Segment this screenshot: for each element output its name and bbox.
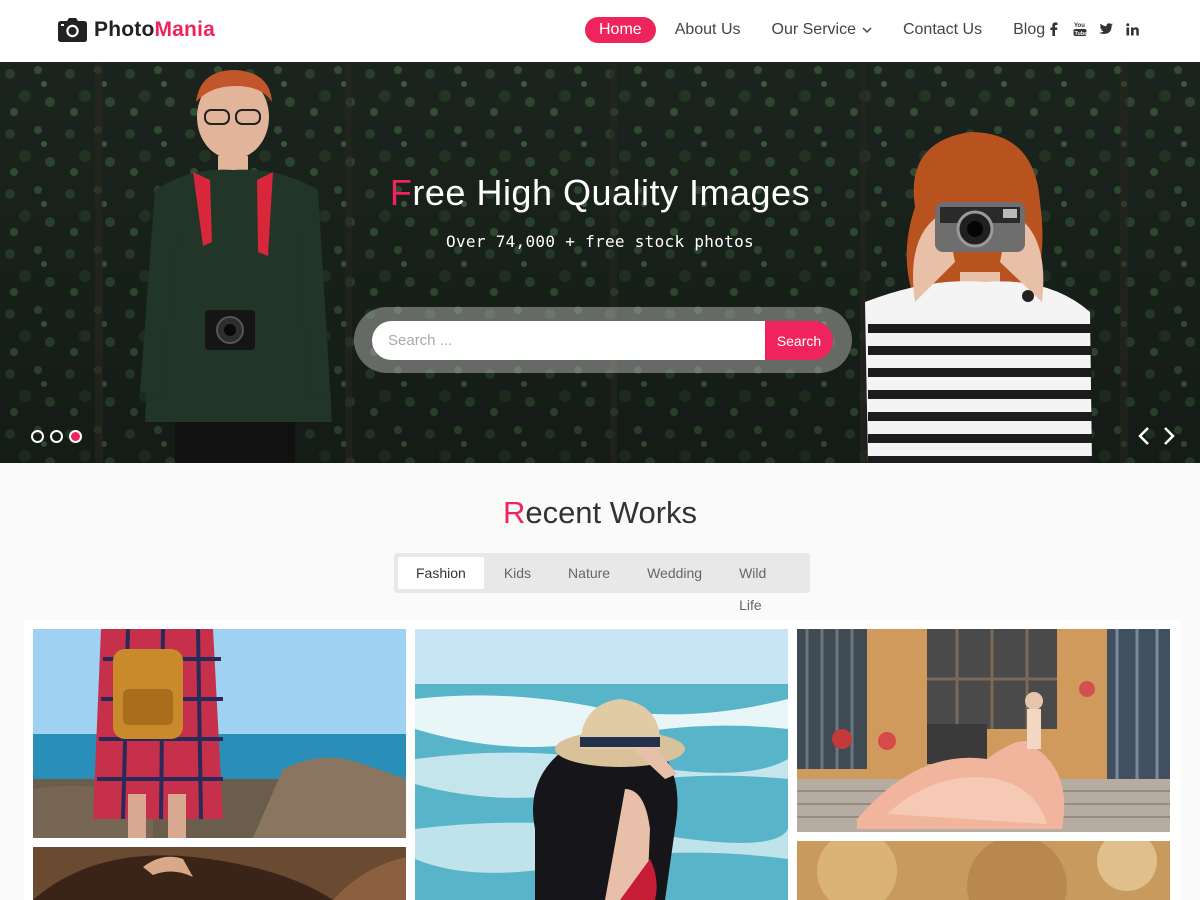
hero-title: Free High Quality Images — [0, 172, 1200, 214]
slider-dot-2[interactable] — [50, 430, 63, 443]
hero-title-rest: ree High Quality Images — [412, 172, 811, 213]
recent-works-title-first-letter: R — [502, 495, 526, 530]
tab-nature[interactable]: Nature — [551, 557, 627, 589]
linkedin-icon[interactable] — [1123, 18, 1141, 40]
logo-text-photo: Photo — [94, 18, 155, 41]
gallery-photo-warm-bokeh[interactable] — [797, 841, 1170, 900]
main-nav: Home About Us Our Service Contact Us Blo… — [585, 17, 1059, 43]
site-header: PhotoMania Home About Us Our Service Con… — [0, 0, 1200, 62]
slider-pagination — [31, 430, 88, 443]
slider-dot-3-active[interactable] — [69, 430, 82, 443]
logo-text-mania: Mania — [154, 18, 215, 41]
recent-works-title-rest: ecent Works — [525, 495, 698, 530]
tab-fashion[interactable]: Fashion — [398, 557, 484, 589]
hero-slider — [0, 62, 1200, 463]
gallery-photo-window-gown[interactable] — [797, 629, 1170, 832]
nav-contact-us[interactable]: Contact Us — [889, 17, 996, 43]
slider-dot-1[interactable] — [31, 430, 44, 443]
twitter-icon[interactable] — [1097, 18, 1115, 40]
youtube-icon[interactable]: You Tube — [1071, 18, 1089, 40]
svg-text:You: You — [1074, 23, 1085, 29]
tab-wild-life[interactable]: Wild Life — [722, 557, 803, 613]
chevron-down-icon — [862, 27, 872, 34]
hero-search-input[interactable] — [372, 321, 765, 360]
hero-subtitle: Over 74,000 + free stock photos — [446, 232, 754, 251]
social-links: You Tube — [1045, 18, 1149, 40]
tab-kids[interactable]: Kids — [487, 557, 548, 589]
camera-icon — [58, 18, 87, 42]
site-logo[interactable]: PhotoMania — [58, 16, 215, 44]
nav-our-service-label: Our Service — [771, 21, 856, 38]
facebook-icon[interactable] — [1045, 18, 1063, 40]
gallery-photo-backpack-sea[interactable] — [33, 629, 406, 838]
hero-title-first-letter: F — [389, 172, 413, 213]
gallery-grid — [24, 620, 1180, 900]
slider-next-arrow-icon[interactable] — [1162, 426, 1176, 446]
nav-about-us[interactable]: About Us — [661, 17, 755, 43]
tab-wedding[interactable]: Wedding — [630, 557, 719, 589]
gallery-photo-beach-hat[interactable] — [415, 629, 788, 900]
nav-home[interactable]: Home — [585, 17, 656, 43]
slider-prev-arrow-icon[interactable] — [1137, 426, 1151, 446]
hero-search-button[interactable]: Search — [765, 321, 833, 360]
recent-works-title: Recent Works — [0, 495, 1200, 531]
nav-our-service[interactable]: Our Service — [758, 17, 886, 43]
hero-background-image — [0, 62, 1200, 463]
gallery-photo-hair-closeup[interactable] — [33, 847, 406, 900]
svg-text:Tube: Tube — [1075, 31, 1088, 37]
gallery-filter-tabs: Fashion Kids Nature Wedding Wild Life — [394, 553, 810, 613]
